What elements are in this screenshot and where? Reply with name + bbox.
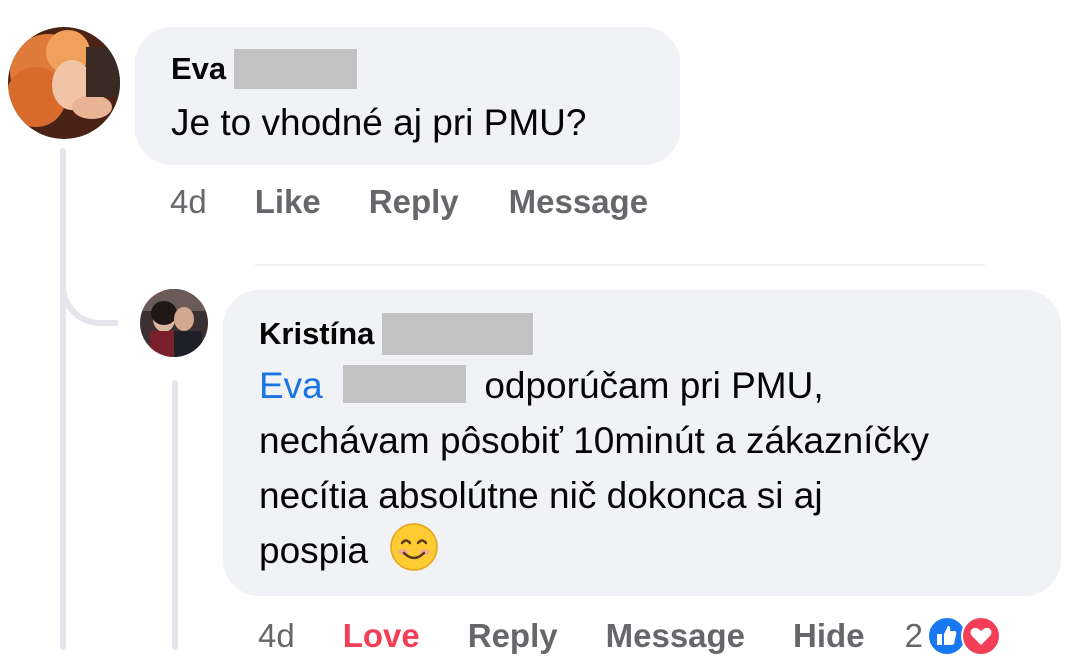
reply-author-name[interactable]: Kristína (259, 316, 374, 352)
redacted-surname (382, 313, 534, 355)
reaction-count: 2 (904, 617, 923, 654)
comment-author[interactable]: Eva (171, 49, 680, 89)
comment-like-button[interactable]: Like (255, 183, 321, 221)
reply-line-1: Eva odporúčam pri PMU, (259, 358, 1061, 413)
comment-message-button[interactable]: Message (509, 183, 648, 221)
redacted-surname (234, 49, 358, 89)
reply-author[interactable]: Kristína (259, 313, 1061, 355)
comment-actions: 4d Like Reply Message (170, 183, 648, 221)
reply-bubble: Kristína Eva odporúčam pri PMU, nechávam… (223, 290, 1061, 596)
smiling-face-emoji (390, 523, 439, 586)
reply-timestamp[interactable]: 4d (258, 617, 295, 655)
reply-actions: 4d Love Reply Message Hide 2 (258, 612, 1001, 660)
reply-avatar[interactable] (140, 289, 208, 357)
love-reaction-icon (960, 616, 1001, 664)
mention-link[interactable]: Eva (259, 365, 323, 406)
thread-line-curve (60, 260, 118, 326)
comment-reply-button[interactable]: Reply (369, 183, 459, 221)
reply-line-4: pospia (259, 523, 1061, 586)
reply-message-button[interactable]: Message (606, 617, 745, 655)
thread-line-reply (172, 380, 178, 650)
comment-author-name[interactable]: Eva (171, 51, 226, 87)
redacted-mention-surname (343, 365, 467, 403)
reply-hide-button[interactable]: Hide (793, 617, 865, 655)
reply-love-button[interactable]: Love (343, 617, 420, 655)
thread-line-main (60, 148, 66, 650)
reply-reply-button[interactable]: Reply (468, 617, 558, 655)
comment-bubble: Eva Je to vhodné aj pri PMU? (135, 27, 680, 165)
reply-text-line4: pospia (259, 530, 369, 571)
reply-text: Eva odporúčam pri PMU, nechávam pôsobiť … (259, 358, 1061, 586)
reply-text-line2: nechávam pôsobiť 10minút a zákazníčky (259, 420, 929, 461)
comment-avatar[interactable] (8, 27, 120, 139)
reaction-summary[interactable]: 2 (905, 612, 1001, 660)
separator (255, 264, 985, 266)
reply-text-line3: necítia absolútne nič dokonca si aj (259, 475, 823, 516)
comment-text: Je to vhodné aj pri PMU? (171, 102, 587, 143)
comment-timestamp[interactable]: 4d (170, 183, 207, 221)
reply-text-line1: odporúčam pri PMU, (484, 365, 824, 406)
